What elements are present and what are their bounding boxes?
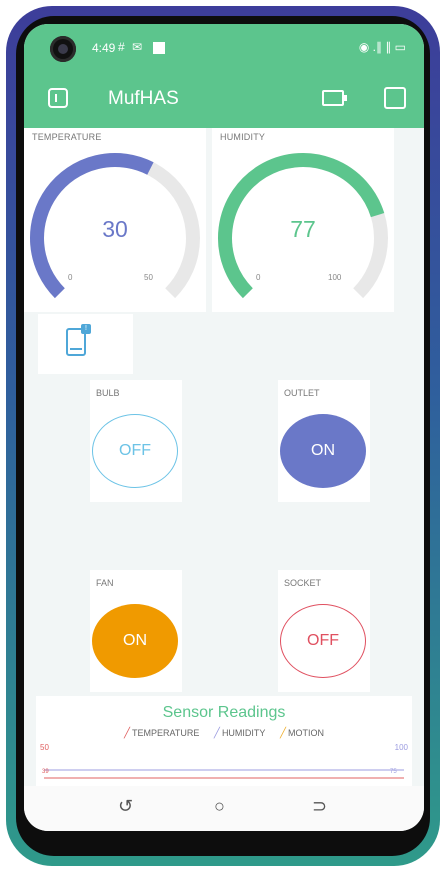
system-nav-bar: ↺ ○ ⊃ — [24, 786, 424, 831]
notification-box-icon — [153, 41, 166, 54]
gauge-value: 30 — [102, 216, 128, 242]
socket-card: SOCKET OFF — [278, 570, 370, 692]
outlet-card: OUTLET ON — [278, 380, 370, 502]
gauge-value: 77 — [290, 216, 316, 242]
socket-button[interactable]: OFF — [280, 604, 366, 678]
app-bar: MufHAS — [24, 72, 424, 128]
right-marker-label: 75 — [390, 769, 397, 775]
status-time: 4:49 — [92, 41, 116, 55]
fan-card: FAN ON — [90, 570, 182, 692]
outlet-button[interactable]: ON — [280, 414, 366, 488]
front-camera — [50, 36, 76, 62]
system-icons: ◉ .∥ ∥ ▭ — [358, 40, 406, 54]
left-marker-label: 39 — [42, 769, 49, 775]
gauge-max: 50 — [144, 273, 153, 282]
device-badge: ! — [81, 324, 91, 334]
home-icon[interactable]: ○ — [214, 796, 225, 817]
battery-device-icon[interactable] — [322, 90, 347, 106]
notification-icons: # ✉ — [118, 40, 166, 54]
sensor-chart: Sensor Readings ╱ TEMPERATURE ╱ HUMIDITY ╱… — [36, 696, 412, 786]
bulb-button[interactable]: OFF — [92, 414, 178, 488]
gauge-min: 0 — [68, 273, 73, 282]
bulb-label: BULB — [96, 388, 120, 398]
status-bar: 4:49 # ✉ ◉ .∥ ∥ ▭ — [24, 24, 424, 72]
device-selector-tile[interactable]: ! — [38, 314, 133, 374]
gauge-max: 100 — [328, 273, 342, 282]
humidity-gauge: HUMIDITY 77 0 100 — [212, 128, 394, 312]
app-title: MufHAS — [108, 88, 179, 109]
bulb-card: BULB OFF — [90, 380, 182, 502]
fan-button[interactable]: ON — [92, 604, 178, 678]
app-screen: 4:49 # ✉ ◉ .∥ ∥ ▭ MufHAS TEMPERATURE 30 … — [24, 24, 424, 831]
temperature-gauge: TEMPERATURE 30 0 50 — [24, 128, 206, 312]
chart-plot: 39 75 — [42, 769, 404, 779]
notification-icon: # ✉ — [118, 40, 145, 54]
recent-apps-icon[interactable]: ↺ — [118, 796, 133, 817]
back-icon[interactable]: ⊃ — [312, 796, 327, 817]
fan-label: FAN — [96, 578, 114, 588]
exit-icon[interactable] — [48, 88, 68, 108]
outlet-label: OUTLET — [284, 388, 320, 398]
gauge-min: 0 — [256, 273, 261, 282]
fullscreen-icon[interactable] — [384, 87, 406, 109]
socket-label: SOCKET — [284, 578, 322, 588]
